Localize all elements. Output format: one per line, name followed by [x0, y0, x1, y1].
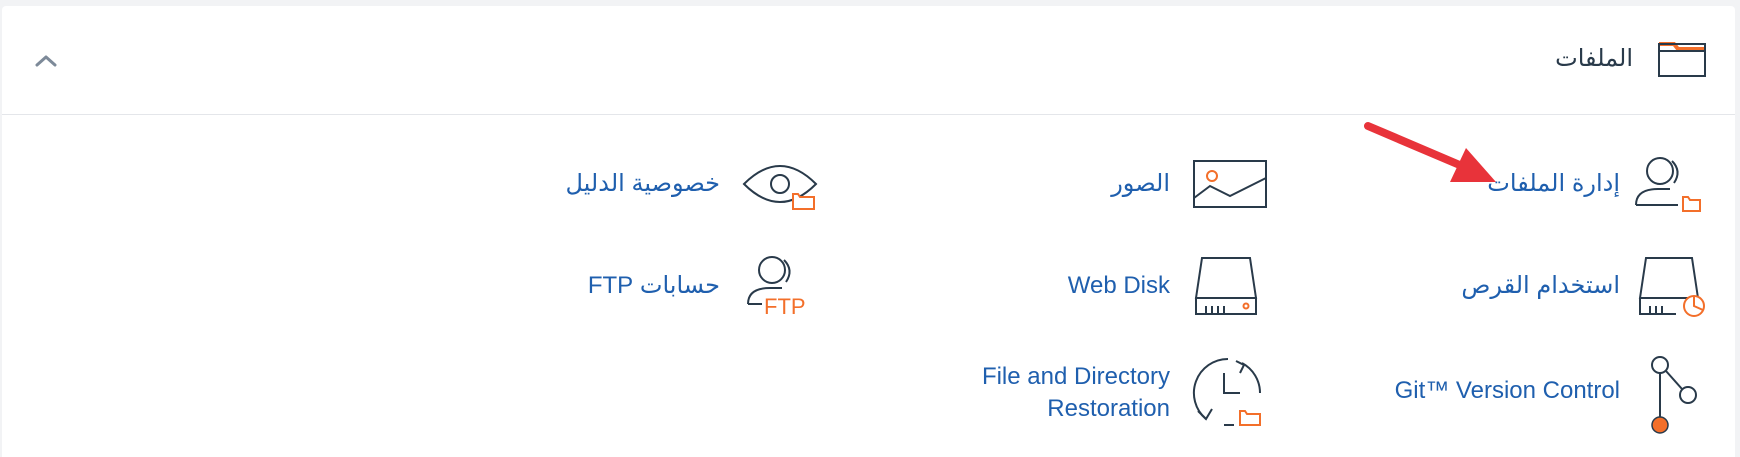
user-folder-icon	[1635, 157, 1701, 212]
section-header[interactable]: الملفات	[2, 6, 1735, 115]
item-disk-usage[interactable]: استخدام القرص	[1302, 246, 1722, 326]
item-ftp-accounts[interactable]: FTP حسابات FTP	[402, 246, 822, 326]
chevron-up-icon[interactable]	[34, 52, 58, 68]
section-title: الملفات	[1555, 45, 1633, 72]
item-web-disk[interactable]: Web Disk	[852, 246, 1272, 326]
folder-icon	[1658, 42, 1706, 77]
item-label[interactable]: إدارة الملفات	[1487, 168, 1620, 200]
item-label[interactable]: خصوصية الدليل	[565, 168, 720, 200]
item-label[interactable]: File and Directory Restoration	[950, 361, 1170, 425]
eye-folder-icon	[742, 165, 818, 210]
ftp-icon-text: FTP	[764, 294, 806, 319]
collapse-button[interactable]	[26, 40, 66, 80]
item-label[interactable]: Web Disk	[1068, 270, 1170, 302]
files-panel: الملفات إدارة الملفات الصور خصوصية الدلي…	[2, 6, 1735, 457]
item-images[interactable]: الصور	[852, 146, 1272, 226]
item-git-version-control[interactable]: Git™ Version Control	[1302, 351, 1722, 441]
item-label[interactable]: استخدام القرص	[1461, 270, 1620, 302]
item-file-restoration[interactable]: File and Directory Restoration	[852, 351, 1272, 441]
item-directory-privacy[interactable]: خصوصية الدليل	[402, 146, 822, 226]
disk-chart-icon	[1638, 257, 1705, 317]
user-ftp-icon: FTP	[747, 256, 806, 319]
disk-drive-icon	[1194, 257, 1258, 315]
git-branch-icon	[1651, 356, 1697, 434]
image-icon	[1193, 160, 1267, 208]
item-label[interactable]: حسابات FTP	[588, 270, 720, 302]
item-file-manager[interactable]: إدارة الملفات	[1302, 146, 1722, 226]
item-label[interactable]: Git™ Version Control	[1395, 375, 1620, 407]
item-label[interactable]: الصور	[1111, 168, 1170, 200]
restore-icon	[1192, 357, 1261, 426]
